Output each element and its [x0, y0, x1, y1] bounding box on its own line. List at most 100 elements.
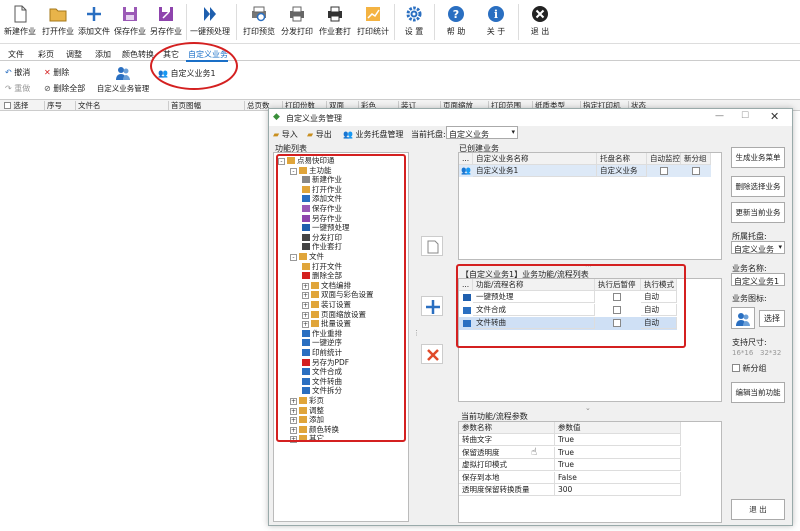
- import-button[interactable]: ▰ 导入: [273, 129, 298, 140]
- splitter-handle[interactable]: ⋮: [413, 329, 420, 337]
- job-stack-print-button[interactable]: 作业套打: [316, 0, 354, 44]
- toolbar-separator: [518, 4, 519, 40]
- delete-icon: ✕: [44, 68, 51, 77]
- tray-name-cell: 自定义业务: [597, 165, 647, 177]
- column-select[interactable]: 选择: [2, 101, 28, 110]
- custom-business-dialog: ◆ 自定义业务管理 — ☐ ✕ ▰ 导入 ▰ 导出 👥 业务托盘管理 当前托盘:…: [268, 108, 793, 526]
- app-icon: ◆: [273, 112, 280, 122]
- business-name-input[interactable]: 自定义业务1: [731, 273, 785, 286]
- main-toolbar: 新建作业 打开作业 添加文件 保存作业 另存作业 一键预处理 打印预览 分发打印…: [0, 0, 800, 44]
- header-cell: 参数值: [555, 422, 681, 434]
- svg-text:?: ?: [453, 8, 459, 21]
- export-button[interactable]: ▰ 导出: [307, 129, 332, 140]
- add-file-button[interactable]: 添加文件: [76, 0, 112, 44]
- close-icon: [532, 6, 548, 22]
- column-first-page-size[interactable]: 首页图幅: [168, 101, 201, 110]
- save-icon: [123, 7, 137, 21]
- page-icon: [427, 240, 439, 254]
- param-value-cell[interactable]: 300: [555, 484, 681, 496]
- new-group-option[interactable]: 新分组: [732, 363, 767, 374]
- maximize-button[interactable]: ☐: [741, 111, 749, 121]
- update-current-button[interactable]: 更新当前业务: [731, 202, 785, 223]
- users-icon: 👥: [343, 130, 353, 139]
- redo-button[interactable]: ↷ 重做: [5, 83, 30, 94]
- param-name-cell: 保存到本地: [459, 471, 555, 484]
- plus-icon: [426, 300, 440, 314]
- tab-color-page[interactable]: 彩页: [38, 49, 54, 60]
- param-value-cell[interactable]: True: [555, 434, 681, 446]
- help-button[interactable]: ? 帮 助: [438, 0, 474, 44]
- tab-adjust[interactable]: 调整: [66, 49, 82, 60]
- param-value-cell[interactable]: False: [555, 471, 681, 484]
- header-cell: 托盘名称: [597, 153, 647, 165]
- header-cell: 新分组: [681, 153, 711, 165]
- splitter-chevron-icon[interactable]: ⌄: [585, 404, 591, 412]
- plus-icon: [87, 7, 101, 21]
- save-as-job-button[interactable]: 另存作业: [148, 0, 184, 44]
- printer-icon: [328, 6, 342, 22]
- header-cell: 参数名称: [459, 422, 555, 434]
- delete-selected-button[interactable]: 删除选择业务: [731, 176, 785, 197]
- new-job-button[interactable]: 新建作业: [2, 0, 38, 44]
- open-job-button[interactable]: 打开作业: [40, 0, 76, 44]
- svg-text:i: i: [494, 8, 498, 21]
- tab-add[interactable]: 添加: [95, 49, 111, 60]
- redo-icon: ↷: [5, 84, 12, 93]
- param-value-cell[interactable]: True: [555, 459, 681, 471]
- select-all-checkbox[interactable]: [4, 102, 11, 109]
- add-to-flow-button[interactable]: [421, 296, 443, 316]
- tray-select[interactable]: 自定义业务 ▾: [731, 241, 785, 254]
- users-icon: [116, 67, 130, 80]
- column-total-pages[interactable]: 总页数: [244, 101, 270, 110]
- new-group-checkbox[interactable]: [692, 167, 700, 175]
- header-cell: 自动监控: [647, 153, 681, 165]
- dialog-exit-button[interactable]: 退 出: [731, 499, 785, 520]
- column-index[interactable]: 序号: [44, 101, 62, 110]
- gen-menu-button[interactable]: 生成业务菜单: [731, 147, 785, 168]
- one-key-preprocess-button[interactable]: 一键预处理: [188, 0, 232, 44]
- print-stats-button[interactable]: 打印统计: [354, 0, 392, 44]
- folder-icon: [49, 8, 67, 22]
- tab-color-convert[interactable]: 颜色转换: [122, 49, 154, 60]
- print-preview-button[interactable]: 打印预览: [240, 0, 278, 44]
- exit-button[interactable]: 退 出: [522, 0, 558, 44]
- save-job-button[interactable]: 保存作业: [112, 0, 148, 44]
- settings-button[interactable]: 设 置: [396, 0, 432, 44]
- minimize-button[interactable]: —: [715, 111, 724, 121]
- remove-from-flow-button[interactable]: [421, 344, 443, 364]
- created-table: ... 自定义业务名称 托盘名称 自动监控 新分组 👥 自定义业务1 自定义业务: [458, 152, 722, 260]
- current-tray-select[interactable]: 自定义业务 ▾: [446, 126, 518, 139]
- toolbar-separator: [186, 4, 187, 40]
- copy-button[interactable]: [421, 236, 443, 256]
- tab-file[interactable]: 文件: [8, 49, 24, 60]
- info-icon: i: [488, 6, 504, 22]
- business-name-cell: 自定义业务1: [473, 165, 597, 177]
- column-filename[interactable]: 文件名: [75, 101, 101, 110]
- auto-monitor-checkbox[interactable]: [660, 167, 668, 175]
- highlight-tree-box: [276, 154, 406, 442]
- users-icon: 👥: [461, 166, 471, 175]
- param-table: 参数名称 参数值 转曲文字 True 保留透明度 True 虚拟打印模式 True 保存到本…: [458, 421, 722, 523]
- about-button[interactable]: i 关 于: [478, 0, 514, 44]
- close-button[interactable]: ✕: [770, 110, 779, 123]
- choose-icon-button[interactable]: 选择: [759, 310, 785, 327]
- ribbon: ↶ 撤消 ↷ 重做 ✕ 删除 ⊘ 删除全部 自定义业务管理 👥 自定义业务1: [0, 62, 800, 100]
- double-chevron-icon: [204, 7, 216, 21]
- toolbar-separator: [434, 4, 435, 40]
- folder-icon: ▰: [273, 130, 280, 139]
- undo-icon: ↶: [5, 68, 12, 77]
- delete-all-button[interactable]: ⊘ 删除全部: [44, 83, 85, 94]
- business-icon-preview: [731, 307, 755, 329]
- undo-button[interactable]: ↶ 撤消: [5, 67, 30, 78]
- gear-icon: [406, 6, 422, 22]
- close-icon: [427, 349, 439, 361]
- edit-current-button[interactable]: 编辑当前功能: [731, 382, 785, 403]
- new-group-checkbox[interactable]: [732, 364, 740, 372]
- split-print-button[interactable]: 分发打印: [278, 0, 316, 44]
- cursor-icon: ☝: [531, 447, 538, 458]
- chevron-down-icon: ▾: [778, 243, 782, 251]
- delete-button[interactable]: ✕ 删除: [44, 67, 69, 78]
- param-value-cell[interactable]: True: [555, 446, 681, 459]
- custom-business-mgmt-button[interactable]: 自定义业务管理: [96, 65, 150, 99]
- tray-mgmt-button[interactable]: 👥 业务托盘管理: [343, 129, 404, 140]
